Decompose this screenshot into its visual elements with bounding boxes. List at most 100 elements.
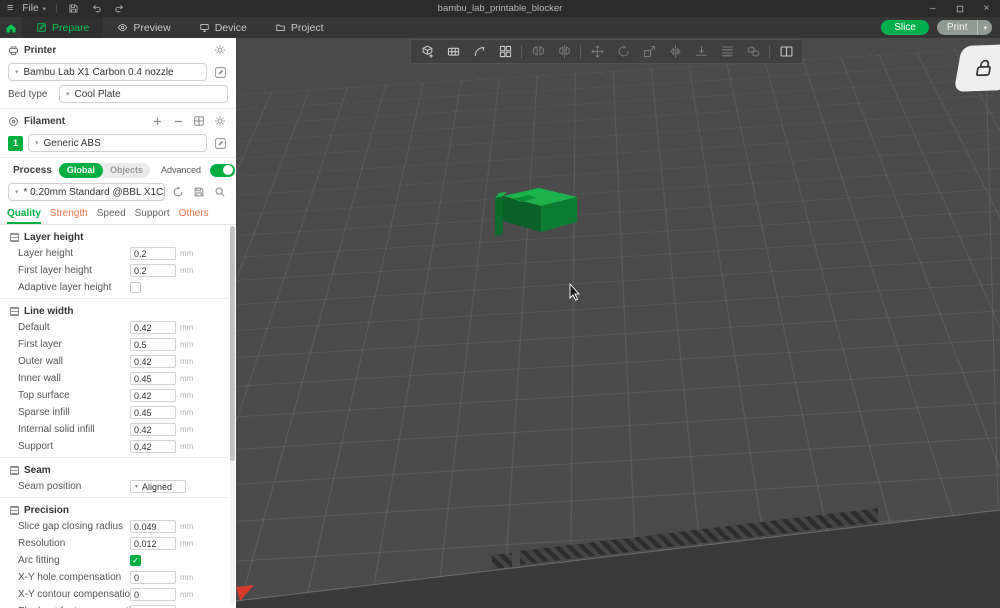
lock-icon: [976, 59, 991, 77]
seam-position-select[interactable]: ▾ Aligned: [130, 480, 186, 493]
setting-row-x-y-hole-compensation: X-Y hole compensation mm: [0, 569, 228, 586]
setting-label-adaptive-layer-height: Adaptive layer height: [18, 282, 112, 293]
split-window-icon[interactable]: [773, 41, 799, 63]
setting-label-first-layer-height: First layer height: [18, 265, 92, 276]
slice-button[interactable]: Slice: [881, 20, 929, 35]
search-settings-icon[interactable]: [212, 184, 228, 200]
arc-fitting-checkbox[interactable]: ✓: [130, 555, 141, 566]
split-to-parts-icon[interactable]: [551, 41, 577, 63]
setting-row-default: Default mm: [0, 319, 228, 336]
first-layer-height-input[interactable]: [130, 264, 176, 277]
variable-layer-height-icon[interactable]: [714, 41, 740, 63]
filament-settings-gear-icon[interactable]: [212, 113, 228, 129]
save-icon[interactable]: [67, 2, 81, 16]
unit-label: mm: [180, 249, 194, 258]
edit-printer-icon[interactable]: [212, 64, 228, 80]
add-plate-icon[interactable]: [440, 41, 466, 63]
precision-section-icon: [10, 505, 19, 515]
default-input[interactable]: [130, 321, 176, 334]
section-header-line-width[interactable]: Line width: [0, 300, 228, 319]
process-tab-strength[interactable]: Strength: [50, 205, 88, 224]
viewport-3d[interactable]: [236, 38, 1000, 608]
section-header-precision[interactable]: Precision: [0, 499, 228, 518]
caret-down-icon: ▾: [42, 5, 47, 13]
setting-row-first-layer: First layer mm: [0, 336, 228, 353]
mirror-icon[interactable]: [662, 41, 688, 63]
home-icon[interactable]: [0, 17, 22, 38]
lay-on-face-icon[interactable]: [688, 41, 714, 63]
advanced-toggle[interactable]: [209, 163, 235, 177]
split-to-objects-icon[interactable]: [525, 41, 551, 63]
project-icon: [276, 24, 285, 32]
scale-icon[interactable]: [636, 41, 662, 63]
tab-preview[interactable]: Preview: [103, 17, 184, 38]
printer-settings-gear-icon[interactable]: [212, 42, 228, 58]
plate-lock-badge[interactable]: [953, 44, 1000, 92]
support-input[interactable]: [130, 440, 176, 453]
segment-global[interactable]: Global: [58, 162, 103, 178]
layer-height-section-icon: [10, 232, 19, 242]
remove-filament-icon[interactable]: [170, 113, 186, 129]
assembly-view-icon[interactable]: [740, 41, 766, 63]
add-filament-icon[interactable]: [149, 113, 165, 129]
section-header-seam[interactable]: Seam: [0, 459, 228, 478]
printer-preset-select[interactable]: ▾ Bambu Lab X1 Carbon 0.4 nozzle: [8, 63, 207, 81]
minimize-button[interactable]: –: [919, 0, 946, 17]
sparse-infill-input[interactable]: [130, 406, 176, 419]
tab-prepare[interactable]: Prepare: [22, 17, 104, 38]
settings-list: Layer heightLayer heightmmFirst layer he…: [0, 226, 228, 608]
file-menu[interactable]: File ▾: [22, 3, 46, 14]
auto-orient-icon[interactable]: [466, 41, 492, 63]
x-y-hole-compensation-input[interactable]: [130, 571, 176, 584]
filament-index-badge[interactable]: 1: [8, 135, 23, 151]
inner-wall-input[interactable]: [130, 372, 176, 385]
flush-options-icon[interactable]: [191, 113, 207, 129]
process-tab-speed[interactable]: Speed: [97, 205, 126, 224]
setting-label-arc-fitting: Arc fitting: [18, 555, 60, 566]
print-button[interactable]: Print ▾: [936, 20, 992, 35]
adaptive-layer-height-checkbox[interactable]: [130, 282, 141, 293]
bed-type-select[interactable]: ▾ Cool Plate: [59, 85, 228, 103]
undo-icon[interactable]: [90, 2, 104, 16]
tab-device[interactable]: Device: [185, 17, 261, 38]
top-surface-input[interactable]: [130, 389, 176, 402]
add-model-icon[interactable]: [414, 41, 440, 63]
rotate-icon[interactable]: [610, 41, 636, 63]
tab-prepare-label: Prepare: [52, 21, 90, 34]
sidebar-scrollbar[interactable]: [230, 226, 235, 605]
move-icon[interactable]: [584, 41, 610, 63]
toolbar-separator: [521, 44, 522, 59]
maximize-button[interactable]: [946, 0, 973, 17]
x-y-contour-compensation-input[interactable]: [130, 588, 176, 601]
process-tab-support[interactable]: Support: [135, 205, 170, 224]
setting-row-top-surface: Top surface mm: [0, 387, 228, 404]
print-dropdown-caret-icon[interactable]: ▾: [977, 20, 992, 35]
internal-solid-infill-input[interactable]: [130, 423, 176, 436]
segment-objects[interactable]: Objects: [103, 165, 150, 175]
process-header: Process: [13, 164, 52, 176]
unit-label: mm: [180, 522, 194, 531]
slice-gap-closing-radius-input[interactable]: [130, 520, 176, 533]
setting-row-first-layer-height: First layer height mm: [0, 262, 228, 279]
hamburger-menu-icon[interactable]: ≡: [7, 3, 13, 14]
close-button[interactable]: ×: [973, 0, 1000, 17]
preview-icon: [118, 23, 128, 32]
setting-label-outer-wall: Outer wall: [18, 356, 64, 367]
filament-preset-select[interactable]: ▾ Generic ABS: [28, 134, 207, 152]
process-tab-quality[interactable]: Quality: [7, 205, 41, 224]
arrange-icon[interactable]: [492, 41, 518, 63]
reset-preset-icon[interactable]: [170, 184, 186, 200]
layer-height-input[interactable]: [130, 247, 176, 260]
scrollbar-thumb[interactable]: [230, 226, 235, 461]
section-header-layer-height[interactable]: Layer height: [0, 226, 228, 245]
process-preset-select[interactable]: ▾ * 0.20mm Standard @BBL X1C: [8, 183, 165, 201]
build-plate-grid: [236, 38, 1000, 608]
tab-project[interactable]: Project: [261, 17, 338, 38]
edit-filament-icon[interactable]: [212, 135, 228, 151]
redo-icon[interactable]: [113, 2, 127, 16]
save-preset-icon[interactable]: [191, 184, 207, 200]
outer-wall-input[interactable]: [130, 355, 176, 368]
process-tab-others[interactable]: Others: [179, 205, 209, 224]
resolution-input[interactable]: [130, 537, 176, 550]
first-layer-input[interactable]: [130, 338, 176, 351]
